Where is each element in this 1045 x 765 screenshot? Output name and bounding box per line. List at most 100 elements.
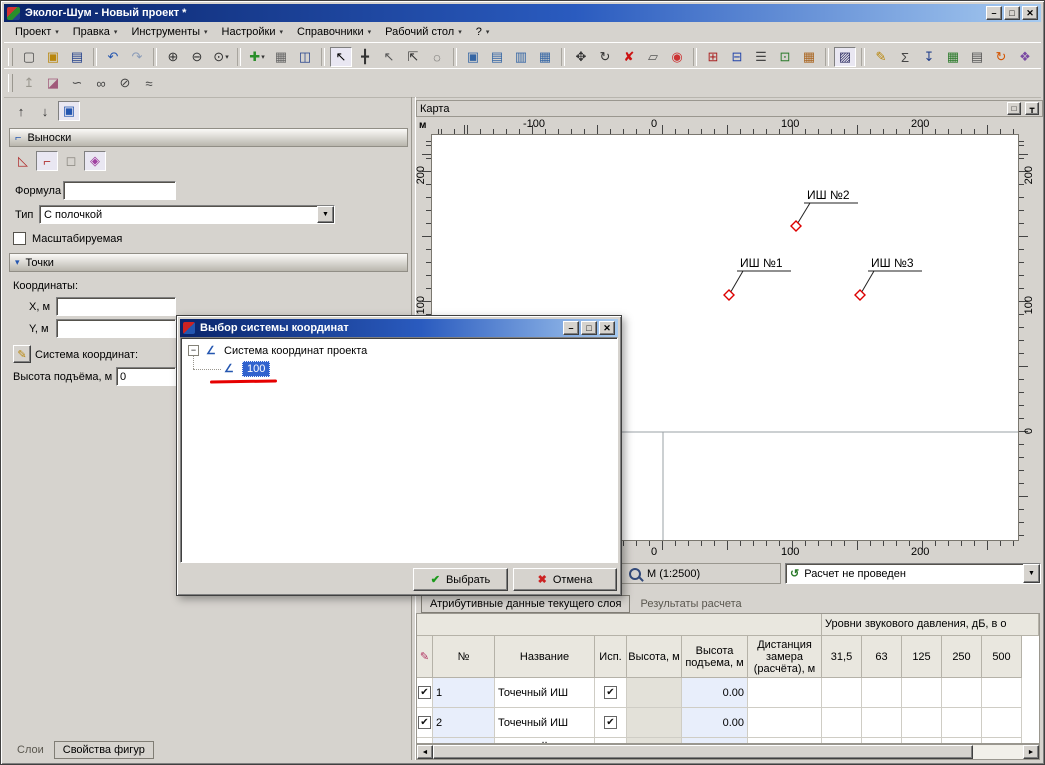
close-button[interactable]: ✕ [1022,6,1038,20]
column-header-f500[interactable]: 500 [982,636,1022,678]
table-tab-0[interactable]: Атрибутивные данные текущего слоя [421,595,630,613]
eraser-icon[interactable]: ◪ [42,73,64,93]
select-cursor-icon[interactable]: ↖ [330,47,352,67]
frame-icon[interactable]: ▦ [534,47,556,67]
column-header-height[interactable]: Высота, м [627,636,682,678]
table-cell-sel[interactable]: ✔ [417,708,433,738]
column-header-sel[interactable]: ✎ [417,636,433,678]
figure-frame-icon[interactable]: ◫ [294,47,316,67]
dialog-title-bar[interactable]: Выбор системы координат –□✕ [180,319,618,337]
column-header-f63[interactable]: 63 [862,636,902,678]
dialog-maximize-button[interactable]: □ [581,321,597,335]
copy-figure-icon[interactable]: ▣ [462,47,484,67]
smooth-curve-icon[interactable]: ≈ [138,73,160,93]
y-input[interactable] [56,319,176,338]
callout-type-shelf-icon[interactable]: ⌐ [36,151,58,171]
table-cell-dist[interactable] [748,678,822,708]
palette-icon[interactable]: ❖ [1014,47,1036,67]
calc-status-arrow-icon[interactable]: ▼ [1023,564,1040,583]
callout-type-line-icon[interactable]: ◺ [12,151,34,171]
records-list-icon[interactable]: ☰ [750,47,772,67]
column-header-f125[interactable]: 125 [902,636,942,678]
column-header-f250[interactable]: 250 [942,636,982,678]
export-icon[interactable]: ↧ [918,47,940,67]
map-point[interactable]: ИШ №2 [791,188,858,231]
scalable-checkbox[interactable] [13,232,26,245]
table-cell-lift[interactable]: 0.00 [682,678,748,708]
column-header-dist[interactable]: Дистанция замера (расчёта), м [748,636,822,678]
table-cell-use[interactable]: ✔ [595,708,627,738]
maximize-button[interactable]: □ [1004,6,1020,20]
page-up-icon[interactable]: ↥ [18,73,40,93]
row-checkbox[interactable]: ✔ [418,686,431,699]
zoom-mode-icon[interactable]: ⊙▾ [210,47,232,67]
select-button[interactable]: ✔ Выбрать [413,568,508,591]
move-figure-icon[interactable]: ✥ [570,47,592,67]
rotate-figure-icon[interactable]: ↻ [594,47,616,67]
transform-figure-icon[interactable]: ▱ [642,47,664,67]
dialog-minimize-button[interactable]: – [563,321,579,335]
table-horizontal-scrollbar[interactable]: ◄ ► [416,744,1040,760]
menu-item-4[interactable]: Справочники▾ [290,24,378,40]
type-select-arrow-icon[interactable]: ▼ [317,206,334,223]
column-header-name[interactable]: Название [495,636,595,678]
delete-figure-icon[interactable]: ✘ [618,47,640,67]
scrollbar-thumb[interactable] [433,745,973,759]
column-header-f31[interactable]: 31,5 [822,636,862,678]
records-add-icon[interactable]: ⊞ [702,47,724,67]
table-cell-sel[interactable]: ✔ [417,678,433,708]
redo-icon[interactable]: ↷ [126,47,148,67]
layers-icon[interactable]: ▥ [510,47,532,67]
map-point[interactable]: ИШ №1 [724,256,791,300]
table-cell-f125[interactable] [902,708,942,738]
table-tab-1[interactable]: Результаты расчета [632,596,749,612]
panel-scroll-down-icon[interactable]: ↓ [34,101,56,121]
lift-height-input[interactable] [116,367,176,386]
table-cell-f31[interactable] [822,678,862,708]
map-point[interactable]: ИШ №3 [855,256,922,300]
highlight-area-icon[interactable]: ◉ [666,47,688,67]
formula-input[interactable] [63,181,176,200]
table-cell-height[interactable] [627,678,682,708]
cancel-button[interactable]: ✖ Отмена [513,568,617,591]
table-cell-f63[interactable] [862,678,902,708]
edit-nodes-icon[interactable]: ╋ [354,47,376,67]
row-checkbox[interactable]: ✔ [604,716,617,729]
tree-expander-icon[interactable]: − [188,345,199,356]
column-header-lift[interactable]: Высота подъема, м [682,636,748,678]
table-cell-f250[interactable] [942,708,982,738]
table-cell-use[interactable]: ✔ [595,678,627,708]
table-cell-name[interactable]: Точечный ИШ [495,708,595,738]
menu-item-0[interactable]: Проект▾ [8,24,66,40]
records-check-icon[interactable]: ⊡ [774,47,796,67]
table-cell-f500[interactable] [982,708,1022,738]
menu-item-3[interactable]: Настройки▾ [215,24,290,40]
unlink-points-icon[interactable]: ⊘ [114,73,136,93]
multi-select-icon[interactable]: ⇱ [402,47,424,67]
table-cell-f125[interactable] [902,678,942,708]
row-checkbox[interactable]: ✔ [418,716,431,729]
edit-formula-icon[interactable]: ✎ [870,47,892,67]
column-header-num[interactable]: № [433,636,495,678]
tree-item-100[interactable]: 100 [242,361,270,377]
panel-scroll-up-icon[interactable]: ↑ [10,101,32,121]
undo-icon[interactable]: ↶ [102,47,124,67]
map-float-button[interactable]: □ [1007,102,1021,115]
print-icon[interactable]: ▤ [966,47,988,67]
refresh-icon[interactable]: ↻ [990,47,1012,67]
title-bar[interactable]: Эколог-Шум - Новый проект * –□✕ [4,4,1041,22]
collapse-chevron-icon[interactable]: ▾ [15,257,20,268]
menu-item-6[interactable]: ?▾ [469,24,497,40]
callout-type-frame-icon[interactable]: ◻ [60,151,82,171]
x-input[interactable] [56,297,176,316]
save-icon[interactable]: ▤ [66,47,88,67]
panel-tab-1[interactable]: Свойства фигур [54,741,154,759]
toolbar-grip[interactable] [8,74,13,92]
table-cell-f250[interactable] [942,678,982,708]
measure-tool-icon[interactable]: ▨ [834,47,856,67]
table-cell-num[interactable]: 2 [433,708,495,738]
dialog-close-button[interactable]: ✕ [599,321,615,335]
dropdown-arrow-icon[interactable]: ▾ [225,53,229,61]
column-header-use[interactable]: Исп. [595,636,627,678]
records-remove-icon[interactable]: ⊟ [726,47,748,67]
